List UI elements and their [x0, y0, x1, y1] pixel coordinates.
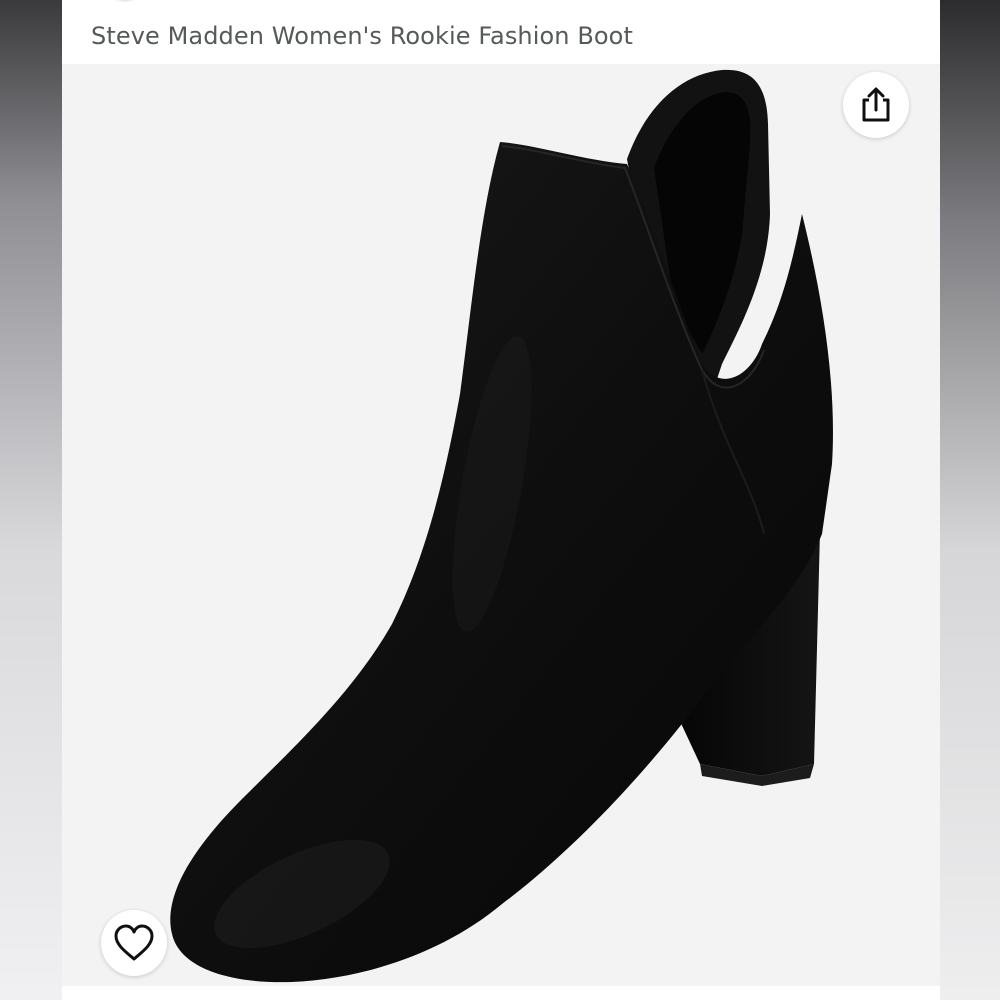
bottom-strip: [62, 986, 940, 1000]
background-blur-right: [940, 0, 1000, 1000]
background-blur-left: [0, 0, 62, 1000]
title-bar: Steve Madden Women's Rookie Fashion Boot: [62, 0, 940, 64]
share-icon: [858, 86, 894, 124]
product-title[interactable]: Steve Madden Women's Rookie Fashion Boot: [91, 22, 633, 50]
heart-outline-icon: [112, 923, 156, 963]
share-button[interactable]: [843, 72, 909, 138]
product-image-gallery[interactable]: [62, 64, 940, 986]
product-detail-screen: Steve Madden Women's Rookie Fashion Boot: [62, 0, 940, 1000]
product-image-boot: [170, 69, 833, 983]
wishlist-button[interactable]: [101, 910, 167, 976]
